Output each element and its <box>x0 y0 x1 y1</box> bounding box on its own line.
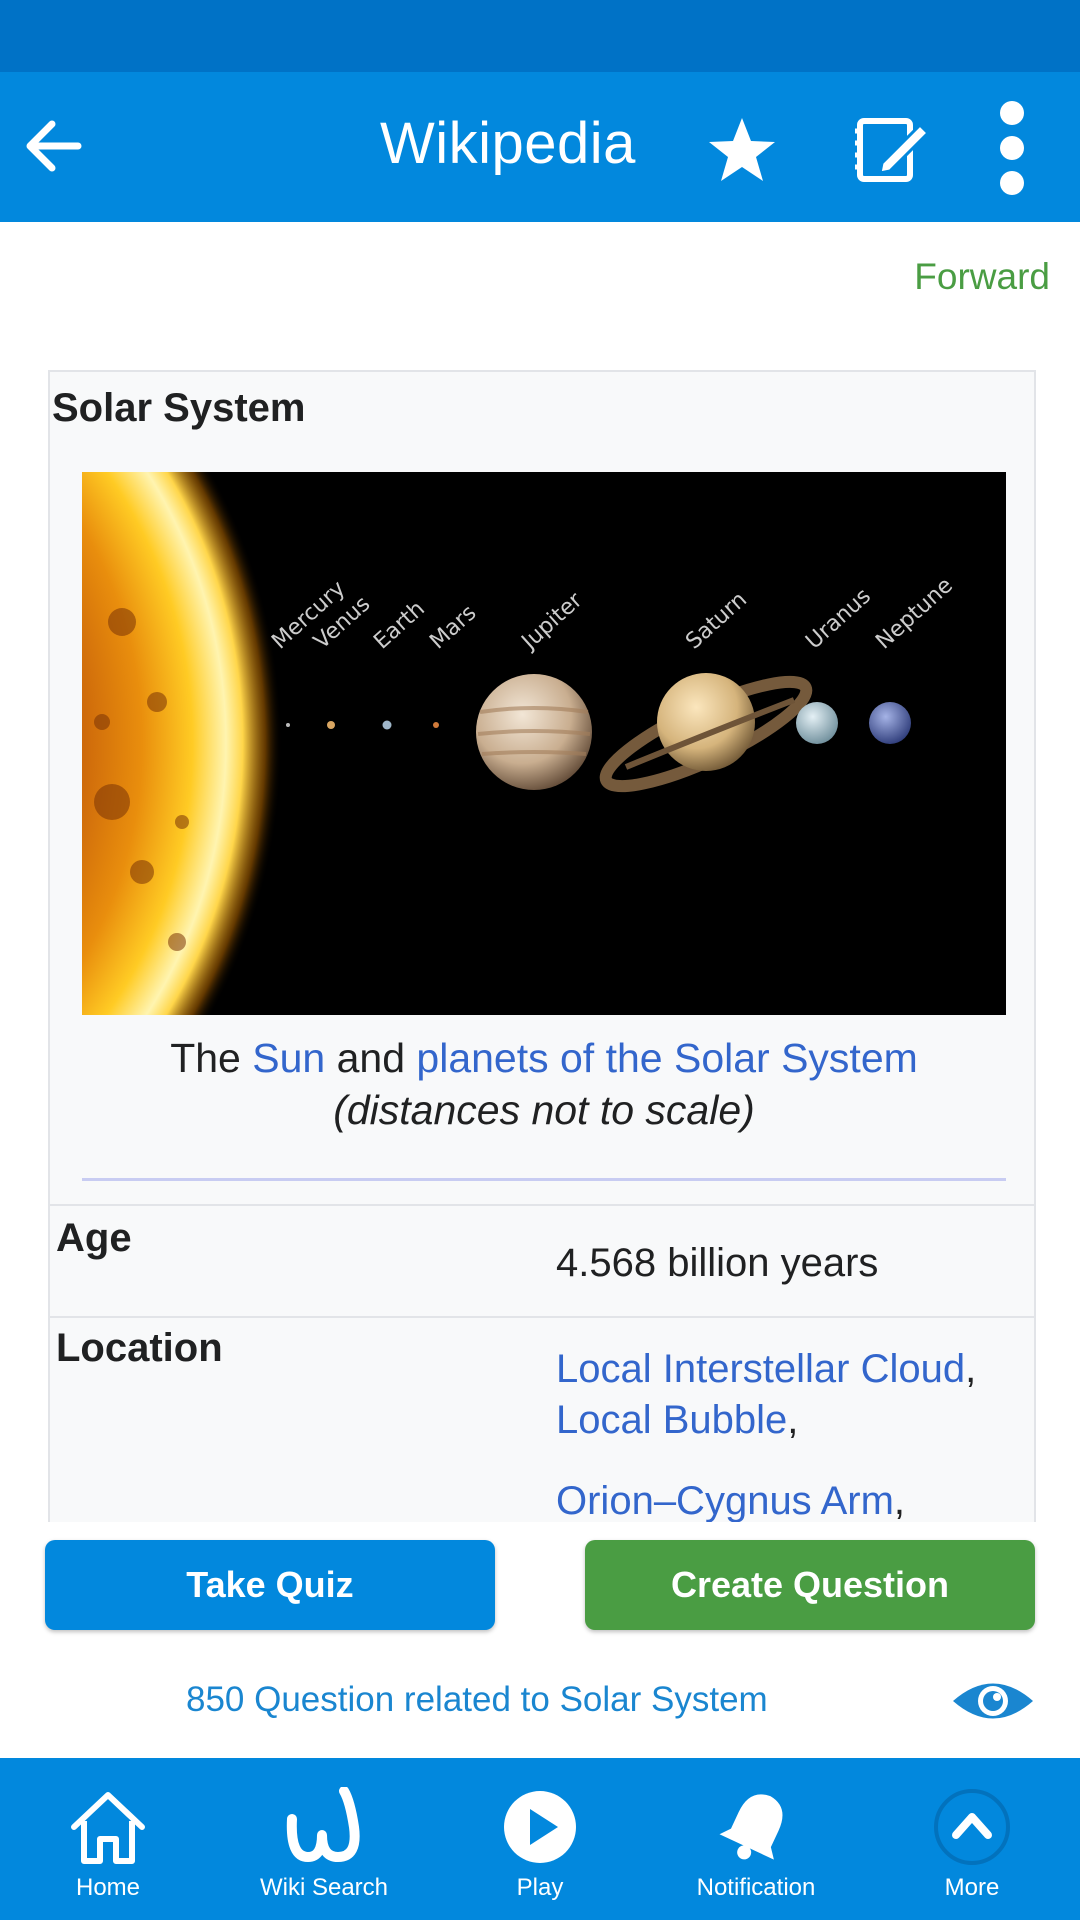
nav-label: Wiki Search <box>259 1874 389 1901</box>
more-vert-icon <box>1000 101 1024 195</box>
play-icon <box>504 1791 576 1863</box>
solar-system-image[interactable]: Mercury Venus Earth Mars Jupiter Saturn … <box>82 472 1006 1015</box>
sun-link[interactable]: Sun <box>252 1035 325 1081</box>
edit-note-button[interactable] <box>852 110 932 190</box>
forward-link[interactable]: Forward <box>914 256 1050 298</box>
nav-more[interactable]: More <box>864 1758 1080 1920</box>
nav-label: Play <box>516 1874 564 1901</box>
infobox: Solar System Mercury Venus Earth Mars Ju… <box>48 370 1036 1522</box>
star-icon <box>709 118 775 181</box>
infobox-row-location: Location Local Interstellar Cloud, Local… <box>50 1316 1034 1522</box>
related-questions-link[interactable]: 850 Question related to Solar System <box>186 1680 768 1720</box>
eye-icon <box>953 1683 1033 1719</box>
create-question-button[interactable]: Create Question <box>585 1540 1035 1630</box>
overflow-menu-button[interactable] <box>988 96 1036 200</box>
bottom-navigation: Home Wiki Search Play Notification More <box>0 1758 1080 1920</box>
caption-mid: and <box>325 1035 417 1081</box>
nav-label: Home <box>75 1874 141 1901</box>
nav-notification[interactable]: Notification <box>648 1758 864 1920</box>
nav-home[interactable]: Home <box>0 1758 216 1920</box>
location-line: Orion–Cygnus Arm, <box>556 1476 996 1522</box>
nav-play[interactable]: Play <box>432 1758 648 1920</box>
location-value: Local Interstellar Cloud, Local Bubble, … <box>556 1344 996 1522</box>
home-icon <box>71 1792 145 1864</box>
infobox-row-age: Age 4.568 billion years <box>50 1204 1034 1318</box>
nav-label: More <box>944 1874 1000 1901</box>
nav-label: Notification <box>696 1874 816 1901</box>
age-label: Age <box>56 1216 132 1260</box>
separator: , <box>893 1479 906 1522</box>
wiki-w-icon <box>286 1787 360 1862</box>
caption-note: (distances not to scale) <box>333 1087 755 1133</box>
edit-note-icon <box>855 118 931 182</box>
app-title: Wikipedia <box>380 111 636 176</box>
caption-line: The Sun and planets of the Solar System <box>50 1032 1034 1084</box>
orion-cygnus-arm-link[interactable]: Orion–Cygnus Arm <box>556 1479 894 1522</box>
local-bubble-link[interactable]: Local Bubble <box>556 1398 787 1442</box>
infobox-title: Solar System <box>52 386 306 430</box>
take-quiz-button[interactable]: Take Quiz <box>45 1540 495 1630</box>
status-bar <box>0 0 1080 72</box>
back-button[interactable] <box>18 108 88 184</box>
caption-pre: The <box>170 1035 253 1081</box>
favorite-button[interactable] <box>702 110 782 190</box>
bell-icon <box>719 1794 783 1860</box>
planets-link[interactable]: planets of the Solar System <box>416 1035 917 1081</box>
location-label: Location <box>56 1326 223 1370</box>
image-caption: The Sun and planets of the Solar System … <box>50 1032 1034 1136</box>
age-value: 4.568 billion years <box>556 1241 879 1285</box>
back-arrow-icon <box>26 120 82 172</box>
caption-separator <box>82 1178 1006 1181</box>
separator: , <box>965 1347 977 1391</box>
location-line: Local Interstellar Cloud, Local Bubble, <box>556 1344 996 1446</box>
separator: , <box>787 1398 799 1442</box>
view-related-button[interactable] <box>950 1676 1036 1726</box>
chevron-up-icon <box>934 1789 1010 1865</box>
app-bar: Wikipedia <box>0 72 1080 222</box>
nav-wiki-search[interactable]: Wiki Search <box>216 1758 432 1920</box>
local-interstellar-cloud-link[interactable]: Local Interstellar Cloud <box>556 1347 965 1391</box>
